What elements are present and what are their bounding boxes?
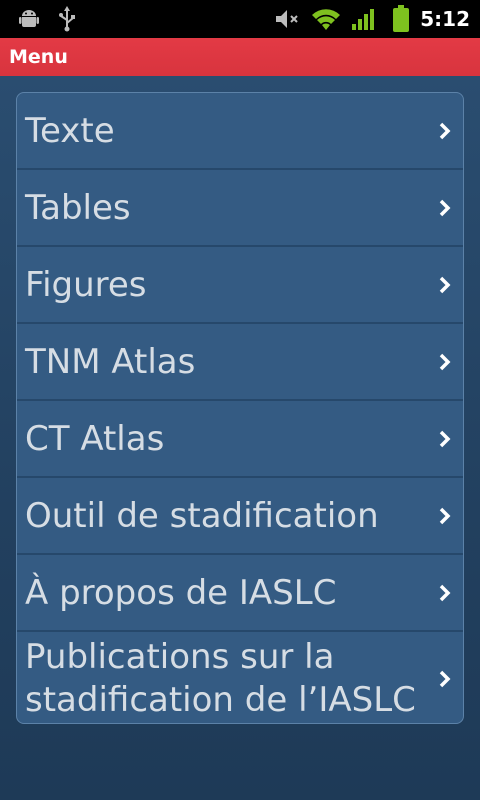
menu-item-texte[interactable]: Texte (17, 93, 463, 170)
usb-icon (56, 0, 78, 38)
page-title: Menu (9, 46, 68, 68)
menu-item-tables[interactable]: Tables (17, 170, 463, 247)
signal-icon (350, 0, 378, 38)
menu-item-ct-atlas[interactable]: CT Atlas (17, 401, 463, 478)
menu-item-label: TNM Atlas (25, 342, 196, 382)
chevron-right-icon (439, 584, 451, 602)
chevron-right-icon (439, 353, 451, 371)
menu-item-figures[interactable]: Figures (17, 247, 463, 324)
menu-list: Texte Tables Figures TNM Atlas CT Atlas (16, 92, 464, 724)
mute-icon (272, 0, 302, 38)
chevron-right-icon (439, 276, 451, 294)
status-bar: 5:12 (0, 0, 480, 38)
clock-time: 5:12 (420, 7, 470, 31)
chevron-right-icon (439, 670, 451, 688)
chevron-right-icon (439, 199, 451, 217)
chevron-right-icon (439, 430, 451, 448)
menu-item-publications[interactable]: Publications sur la stadification de l’I… (17, 632, 463, 723)
chevron-right-icon (439, 507, 451, 525)
title-bar: Menu (0, 38, 480, 76)
android-debug-icon (16, 0, 42, 38)
menu-item-outil-de-stadification[interactable]: Outil de stadification (17, 478, 463, 555)
menu-item-label: Texte (25, 111, 115, 151)
menu-item-label: Tables (25, 188, 131, 228)
wifi-icon (310, 0, 342, 38)
chevron-right-icon (439, 122, 451, 140)
menu-item-label: CT Atlas (25, 419, 165, 459)
battery-icon (388, 0, 414, 38)
content-area: Texte Tables Figures TNM Atlas CT Atlas (0, 76, 480, 800)
menu-item-tnm-atlas[interactable]: TNM Atlas (17, 324, 463, 401)
menu-item-label: Outil de stadification (25, 496, 379, 536)
menu-item-label: À propos de IASLC (25, 573, 337, 613)
menu-item-a-propos[interactable]: À propos de IASLC (17, 555, 463, 632)
menu-item-label: Figures (25, 265, 147, 305)
menu-item-label: Publications sur la stadification de l’I… (25, 637, 416, 720)
